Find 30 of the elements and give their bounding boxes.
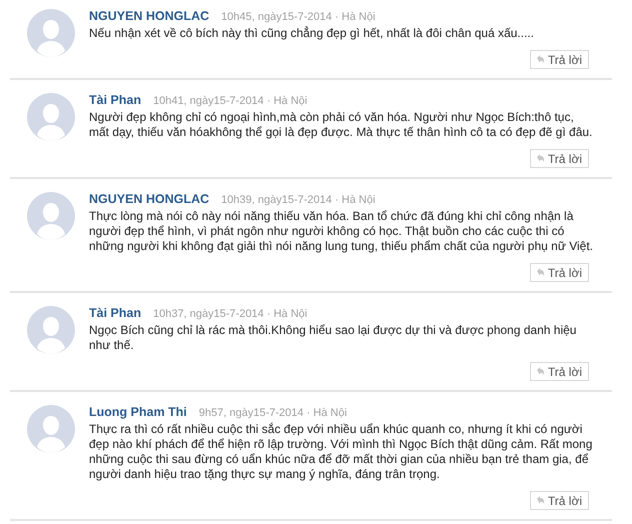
- avatar: [27, 93, 75, 141]
- author-name[interactable]: Tài Phan: [89, 306, 142, 320]
- reply-icon: [536, 54, 544, 65]
- author-name[interactable]: Luong Pham Thi: [89, 405, 187, 419]
- avatar: [27, 192, 75, 240]
- avatar: [27, 306, 75, 354]
- comment-meta: 10h45, ngày15-7-2014 · Hà Nội: [221, 11, 376, 23]
- reply-icon: [536, 267, 544, 278]
- author-name[interactable]: NGUYEN HONGLAC: [89, 192, 210, 206]
- author-name[interactable]: Tài Phan: [89, 93, 142, 107]
- reply-button[interactable]: Trả lời: [530, 491, 589, 510]
- comment-meta: 10h41, ngày15-7-2014 · Hà Nội: [153, 95, 308, 107]
- avatar: [27, 405, 75, 453]
- reply-icon: [536, 366, 544, 377]
- reply-button[interactable]: Trả lời: [530, 50, 589, 69]
- reply-button[interactable]: Trả lời: [530, 149, 589, 168]
- comment-text: Thực lòng mà nói cô này nói năng thiếu văn hóa. Ban tổ chức đã đúng khi chỉ công nhận là người đẹp thể hình, vì phát ngôn như người không có học. Thật buồn cho các cuộc thi có những người khi không đạt giải thì nói năng lung tung, thiếu phẩm chất của người phụ nữ Việt.: [89, 209, 594, 254]
- comment-text: Ngọc Bích cũng chỉ là rác mà thôi.Không hiểu sao lại được dự thi và được phong danh hiệu như thế.: [89, 323, 578, 353]
- reply-button[interactable]: Trả lời: [530, 362, 589, 381]
- reply-icon: [536, 153, 544, 164]
- comment-text: Người đẹp không chỉ có ngoại hình,mà còn phải có văn hóa. Người như Ngọc Bích:thô tục, mất dạy, thiếu văn hóakhông thể gọi là đẹp được. Mà thực tế thân hình cô ta có đẹp đẽ gì đâu.: [89, 110, 594, 140]
- reply-button[interactable]: Trả lời: [530, 263, 589, 282]
- author-name[interactable]: NGUYEN HONGLAC: [89, 9, 210, 23]
- comment-meta: 10h37, ngày15-7-2014 · Hà Nội: [153, 308, 308, 320]
- reply-icon: [536, 495, 544, 506]
- comment-meta: 10h39, ngày15-7-2014 · Hà Nội: [221, 194, 376, 206]
- comment-text: Thực ra thì có rất nhiều cuộc thi sắc đẹp với nhiều uẩn khúc quanh co, nhưng ít khi có người đẹp nào khí phách để thể hiện rõ lập trường. Với mình thì Ngọc Bích thật dũng cảm. Rất mong những cuộc thi sau đừng có uẩn khúc nữa để đỡ mất thời gian của nhiều bạn trẻ tham gia, để người danh hiệu trao tặng thực sự mang ý nghĩa, đáng trân trọng.: [89, 422, 594, 482]
- comment-text: Nếu nhận xét về cô bích này thì cũng chẳng đẹp gì hết, nhất là đôi chân quá xấu.....: [89, 26, 535, 41]
- avatar: [27, 9, 75, 57]
- comment-meta: 9h57, ngày15-7-2014 · Hà Nội: [198, 407, 347, 419]
